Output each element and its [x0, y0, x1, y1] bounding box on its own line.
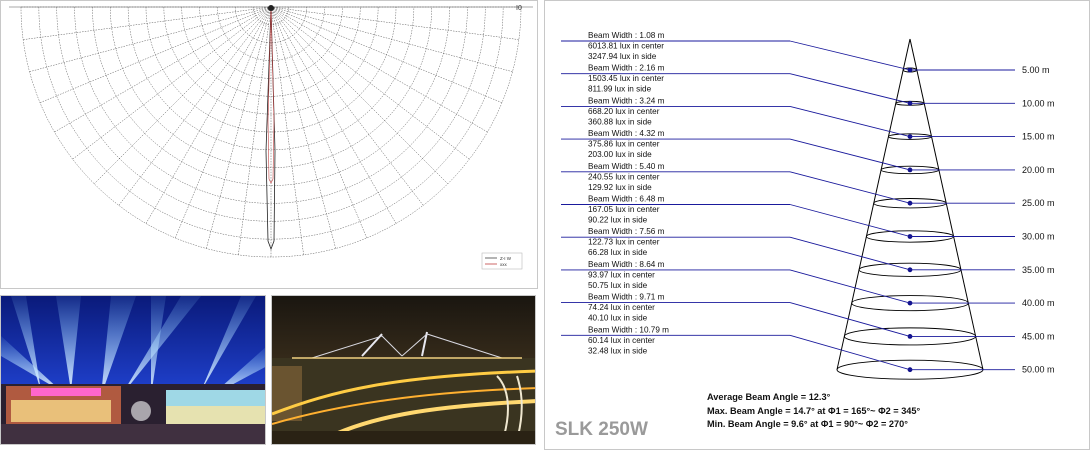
beam-leader-diagonal [789, 302, 911, 337]
polar-spoke [39, 6, 272, 103]
polar-spoke [270, 6, 397, 224]
polar-spoke [270, 6, 488, 133]
polar-spoke [270, 6, 448, 184]
beam-info-line: 50.75 lux in side [588, 281, 648, 290]
polar-legend: Z-I W xxx [481, 252, 523, 270]
beam-leader-diagonal [789, 171, 911, 204]
beam-info-line: Beam Width : 1.08 m [588, 31, 665, 40]
beam-labels: Beam Width : 1.08 m 6013.81 lux in center… [588, 31, 669, 355]
beam-info-line: 6013.81 lux in center [588, 42, 664, 51]
distance-label: 30.00 m [1022, 232, 1055, 242]
distance-label: 5.00 m [1022, 65, 1050, 75]
model-name: SLK 250W [555, 419, 648, 440]
beam-info-line: 74.24 lux in center [588, 303, 655, 312]
beam-leader-diagonal [789, 204, 911, 237]
beam-info-line: 32.48 lux in side [588, 346, 648, 355]
bridge-night-photo [271, 295, 536, 445]
beam-leader-diagonal [789, 40, 911, 71]
beam-info-line: 360.88 lux in side [588, 117, 652, 126]
beam-info-line: 1503.45 lux in center [588, 74, 664, 83]
polar-origin [268, 5, 274, 11]
beam-cone [836, 38, 984, 380]
beam-info-line: 93.97 lux in center [588, 270, 655, 279]
beam-info-line: 66.28 lux in side [588, 248, 648, 257]
beam-info-line: 203.00 lux in side [588, 150, 652, 159]
beam-info-line: Beam Width : 3.24 m [588, 96, 665, 105]
beam-info-line: Beam Width : 10.79 m [588, 325, 669, 334]
beam-info-line: 60.14 lux in center [588, 336, 655, 345]
polar-spoke [94, 6, 272, 184]
distance-label: 40.00 m [1022, 298, 1055, 308]
beam-cone-svg: Beam Width : 1.08 m 6013.81 lux in center… [555, 31, 1055, 440]
polar-spoke [270, 6, 513, 72]
polar-spoke [270, 6, 304, 255]
legend-item-1: Z-I W [500, 256, 512, 261]
beam-info-line: 40.10 lux in side [588, 314, 648, 323]
distance-label: 10.00 m [1022, 98, 1055, 108]
polar-spoke [54, 6, 272, 133]
beam-info-line: Beam Width : 7.56 m [588, 227, 665, 236]
beam-info-line: Beam Width : 6.48 m [588, 195, 665, 204]
average-beam-angle: Average Beam Angle = 12.3° [707, 392, 831, 402]
polar-spoke [175, 6, 272, 239]
polar-spoke [206, 6, 272, 249]
beam-info-line: 375.86 lux in center [588, 140, 660, 149]
beam-info-line: Beam Width : 8.64 m [588, 260, 665, 269]
max-beam-angle: Max. Beam Angle = 14.7° at Φ1 = 165°~ Φ2… [707, 406, 921, 416]
beam-info-line: 811.99 lux in side [588, 85, 652, 94]
beam-info-line: Beam Width : 2.16 m [588, 64, 665, 73]
distance-label: 35.00 m [1022, 265, 1055, 275]
beam-info-line: 240.55 lux in center [588, 172, 660, 181]
polar-spoke [29, 6, 272, 72]
beam-info-line: 668.20 lux in center [588, 107, 660, 116]
polar-spoke [270, 6, 367, 239]
polar-spoke [145, 6, 272, 224]
beam-info-line: 3247.94 lux in side [588, 52, 657, 61]
polar-light-distribution-chart: I0 Z-I W xxx [0, 0, 538, 289]
polar-top-label: I0 [516, 5, 522, 12]
beam-leader-diagonal [789, 138, 911, 171]
beam-info-line: 129.92 lux in side [588, 183, 652, 192]
beam-info-line: 90.22 lux in side [588, 216, 648, 225]
beam-leader-diagonal [789, 269, 911, 304]
distance-label: 25.00 m [1022, 198, 1055, 208]
polar-spoke [238, 6, 272, 255]
stadium-light-show-photo [0, 295, 266, 445]
polar-spoke [270, 6, 519, 40]
beam-info-line: Beam Width : 5.40 m [588, 162, 665, 171]
distance-label: 45.00 m [1022, 331, 1055, 341]
polar-grid [9, 5, 533, 258]
beam-info-line: 167.05 lux in center [588, 205, 660, 214]
beam-info-line: 122.73 lux in center [588, 238, 660, 247]
polar-spoke [270, 6, 503, 103]
polar-spoke [270, 6, 336, 249]
polar-ring [110, 6, 432, 168]
cone-right-edge [909, 38, 984, 370]
distance-labels: 5.00 m 10.00 m 15.00 m 20.00 m 25.00 m 30.00 … [1022, 65, 1055, 375]
legend-item-2: xxx [500, 262, 508, 267]
min-beam-angle: Min. Beam Angle = 9.6° at Φ1 = 90°~ Φ2 =… [707, 419, 908, 429]
beam-info-line: Beam Width : 4.32 m [588, 129, 665, 138]
beam-info-line: Beam Width : 9.71 m [588, 293, 665, 302]
beam-spread-diagram: Beam Width : 1.08 m 6013.81 lux in center… [544, 0, 1090, 450]
distance-label: 15.00 m [1022, 132, 1055, 142]
polar-chart-svg: I0 Z-I W xxx [9, 5, 533, 270]
distance-label: 20.00 m [1022, 165, 1055, 175]
cone-left-edge [836, 38, 911, 370]
polar-spoke [23, 6, 272, 40]
distance-label: 50.00 m [1022, 365, 1055, 375]
beam-leader-diagonal [789, 73, 911, 104]
